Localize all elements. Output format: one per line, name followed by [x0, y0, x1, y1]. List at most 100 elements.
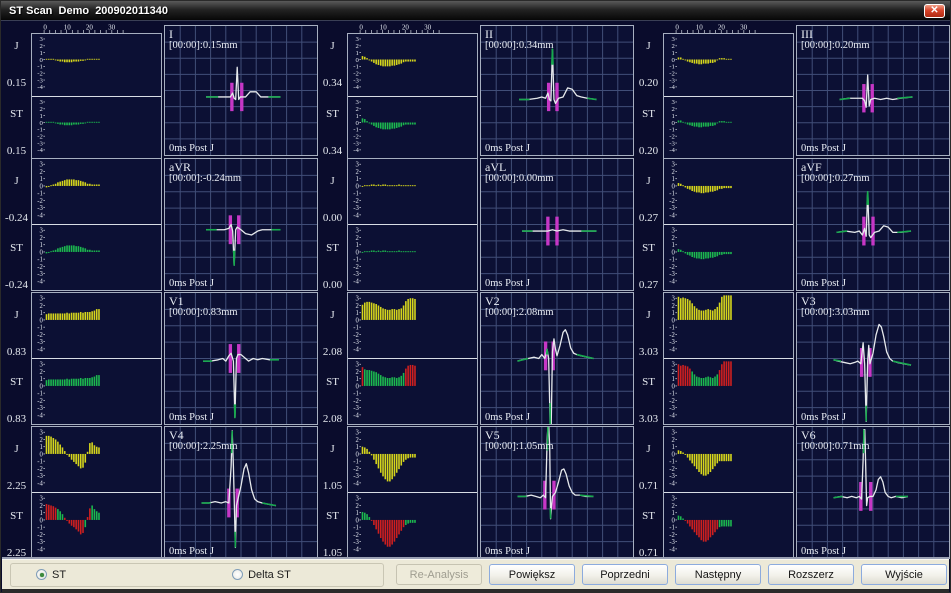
waveform-panel[interactable]: I [00:00]:0.15mm 0ms Post J	[164, 25, 318, 156]
j-label-block: J 1.05	[318, 426, 347, 493]
window-title: ST Scan Demo 200902011340	[9, 5, 168, 17]
waveform-column: II [00:00]:0.34mm 0ms Post J	[480, 22, 634, 158]
re-analysis-button[interactable]: Re-Analysis	[396, 564, 482, 585]
lead-label-column: J 0.00 ST 0.00	[318, 158, 347, 292]
lead-group: J 1.05 ST 1.05 3210-1-2-3-4 3210-1-2-3-4…	[318, 426, 634, 560]
button-row: Re-Analysis Powiększ Poprzedni Następny …	[396, 564, 947, 585]
svg-text:10: 10	[64, 24, 72, 32]
lead-group: J 0.20 ST 0.20 0102030 3210-1-2-3-4 3210…	[634, 22, 950, 158]
previous-button[interactable]: Poprzedni	[582, 564, 668, 585]
waveform-panel[interactable]: III [00:00]:0.20mm 0ms Post J	[796, 25, 950, 156]
trend-x-axis: 0102030	[663, 22, 794, 33]
svg-text:-4: -4	[669, 345, 675, 353]
st-label-block: ST 0.34	[318, 90, 347, 158]
svg-text:-4: -4	[669, 411, 675, 419]
radio-delta-st-circle[interactable]	[232, 569, 243, 580]
radio-st[interactable]: ST	[36, 569, 66, 581]
waveform-panel[interactable]: V6 [00:00]:0.71mm 0ms Post J	[796, 426, 950, 559]
j-value: 0.20	[634, 77, 663, 89]
trend-panel[interactable]: 3210-1-2-3-4 3210-1-2-3-4	[347, 292, 478, 425]
waveform-panel[interactable]: V3 [00:00]:3.03mm 0ms Post J	[796, 292, 950, 425]
svg-text:10: 10	[696, 24, 704, 32]
trend-panel[interactable]: 3210-1-2-3-4 3210-1-2-3-4	[347, 158, 478, 291]
radio-st-label: ST	[52, 569, 66, 581]
trend-panel[interactable]: 3210-1-2-3-4 3210-1-2-3-4	[31, 426, 162, 559]
lead-row: J 0.83 ST 0.83 3210-1-2-3-4 3210-1-2-3-4…	[2, 292, 949, 426]
trend-panel[interactable]: 3210-1-2-3-4 3210-1-2-3-4	[31, 292, 162, 425]
lead-annotation: [00:00]:0.15mm	[169, 40, 238, 51]
trend-column: 0102030 3210-1-2-3-4 3210-1-2-3-4	[347, 22, 478, 158]
waveform-panel[interactable]: V4 [00:00]:2.25mm 0ms Post J	[164, 426, 318, 559]
trend-panel[interactable]: 3210-1-2-3-4 3210-1-2-3-4	[663, 292, 794, 425]
trend-panel[interactable]: 3210-1-2-3-4 3210-1-2-3-4	[663, 426, 794, 559]
waveform-panel[interactable]: II [00:00]:0.34mm 0ms Post J	[480, 25, 634, 156]
trend-column: 3210-1-2-3-4 3210-1-2-3-4	[663, 158, 794, 292]
lead-annotation: [00:00]:2.08mm	[485, 307, 554, 318]
trend-panel[interactable]: 3210-1-2-3-4 3210-1-2-3-4	[347, 426, 478, 559]
trend-panel[interactable]: 3210-1-2-3-4 3210-1-2-3-4	[31, 158, 162, 291]
lead-label-column: J 3.03 ST 3.03	[634, 292, 663, 426]
lead-annotation: [00:00]:-0.24mm	[169, 173, 241, 184]
waveform-panel[interactable]: aVF [00:00]:0.27mm 0ms Post J	[796, 158, 950, 291]
st-label: ST	[634, 376, 663, 388]
j-trend-chart: 3210-1-2-3-4	[32, 159, 161, 224]
st-label-block: ST 3.03	[634, 359, 663, 426]
svg-text:-4: -4	[353, 411, 359, 419]
radio-delta-st[interactable]: Delta ST	[232, 569, 291, 581]
svg-text:-4: -4	[353, 147, 359, 154]
lead-group: J 3.03 ST 3.03 3210-1-2-3-4 3210-1-2-3-4…	[634, 292, 950, 426]
waveform-panel[interactable]: V5 [00:00]:1.05mm 0ms Post J	[480, 426, 634, 559]
svg-text:-4: -4	[669, 277, 675, 285]
st-label: ST	[2, 376, 31, 388]
j-label: J	[318, 40, 347, 52]
j-trend-chart: 3210-1-2-3-4	[348, 159, 477, 224]
close-button[interactable]: ✕	[924, 4, 945, 18]
waveform-panel[interactable]: V2 [00:00]:2.08mm 0ms Post J	[480, 292, 634, 425]
st-label: ST	[2, 510, 31, 522]
trend-panel[interactable]: 3210-1-2-3-4 3210-1-2-3-4	[663, 33, 794, 159]
trend-panel[interactable]: 3210-1-2-3-4 3210-1-2-3-4	[347, 33, 478, 159]
radio-st-circle[interactable]	[36, 569, 47, 580]
st-trend-chart: 3210-1-2-3-4	[32, 97, 161, 159]
st-trend-chart: 3210-1-2-3-4	[348, 97, 477, 159]
waveform-footer: 0ms Post J	[169, 143, 214, 154]
exit-button[interactable]: Wyjście	[861, 564, 947, 585]
trend-panel[interactable]: 3210-1-2-3-4 3210-1-2-3-4	[31, 33, 162, 159]
expand-button[interactable]: Rozszerz	[768, 564, 854, 585]
lead-label-column: J 2.25 ST 2.25	[2, 426, 31, 560]
st-label-block: ST 2.25	[2, 493, 31, 560]
svg-text:30: 30	[740, 24, 748, 32]
j-trend-chart: 3210-1-2-3-4	[664, 34, 793, 96]
lead-label-column: J 0.27 ST 0.27	[634, 158, 663, 292]
next-button[interactable]: Następny	[675, 564, 761, 585]
svg-text:-4: -4	[353, 479, 359, 487]
title-bar[interactable]: ST Scan Demo 200902011340 ✕	[1, 1, 950, 21]
zoom-button[interactable]: Powiększ	[489, 564, 575, 585]
waveform-panel[interactable]: V1 [00:00]:0.83mm 0ms Post J	[164, 292, 318, 425]
lead-group: J 0.83 ST 0.83 3210-1-2-3-4 3210-1-2-3-4…	[2, 292, 318, 426]
waveform-panel[interactable]: aVL [00:00]:0.00mm 0ms Post J	[480, 158, 634, 291]
j-value: 1.05	[318, 480, 347, 492]
st-trend-chart: 3210-1-2-3-4	[348, 359, 477, 424]
st-label: ST	[634, 510, 663, 522]
j-value: 0.71	[634, 480, 663, 492]
lead-row: J 2.25 ST 2.25 3210-1-2-3-4 3210-1-2-3-4…	[2, 426, 949, 560]
trend-panel[interactable]: 3210-1-2-3-4 3210-1-2-3-4	[663, 158, 794, 291]
j-label-block: J 3.03	[634, 292, 663, 359]
radio-delta-st-label: Delta ST	[248, 569, 291, 581]
lead-group: J 2.08 ST 2.08 3210-1-2-3-4 3210-1-2-3-4…	[318, 292, 634, 426]
mode-radio-group: ST Delta ST	[10, 563, 384, 587]
waveform-panel[interactable]: aVR [00:00]:-0.24mm 0ms Post J	[164, 158, 318, 291]
st-value: 0.00	[318, 279, 347, 291]
j-value: 2.08	[318, 346, 347, 358]
j-value: 0.00	[318, 212, 347, 224]
st-label-block: ST 0.83	[2, 359, 31, 426]
lead-annotation: [00:00]:0.83mm	[169, 307, 238, 318]
st-value: -0.24	[2, 279, 31, 291]
j-trend-chart: 3210-1-2-3-4	[664, 159, 793, 224]
lead-label-column: J 2.08 ST 2.08	[318, 292, 347, 426]
j-label-block: J 0.15	[2, 22, 31, 90]
svg-text:-4: -4	[353, 84, 359, 91]
lead-group: J -0.24 ST -0.24 3210-1-2-3-4 3210-1-2-3…	[2, 158, 318, 292]
waveform-column: V6 [00:00]:0.71mm 0ms Post J	[796, 426, 950, 560]
